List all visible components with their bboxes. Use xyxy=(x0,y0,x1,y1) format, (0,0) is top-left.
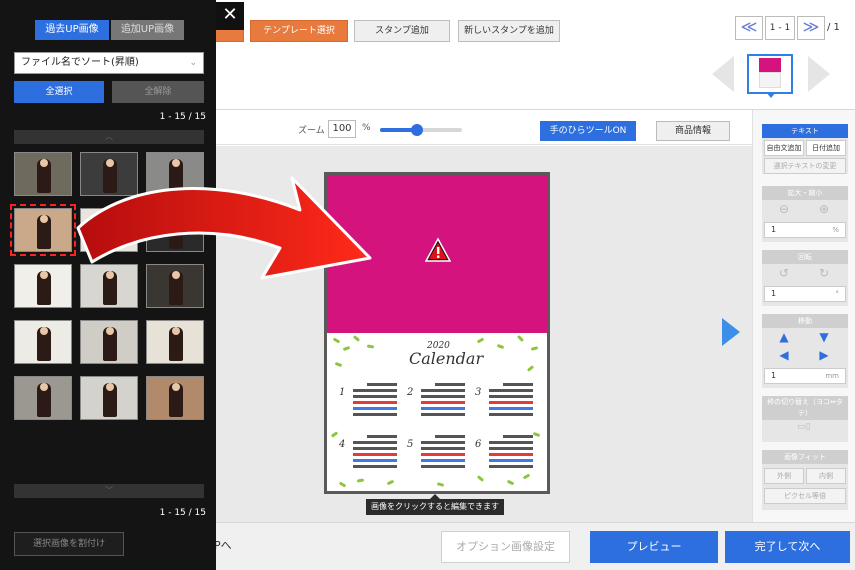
drag-arrow-icon xyxy=(76,176,372,280)
